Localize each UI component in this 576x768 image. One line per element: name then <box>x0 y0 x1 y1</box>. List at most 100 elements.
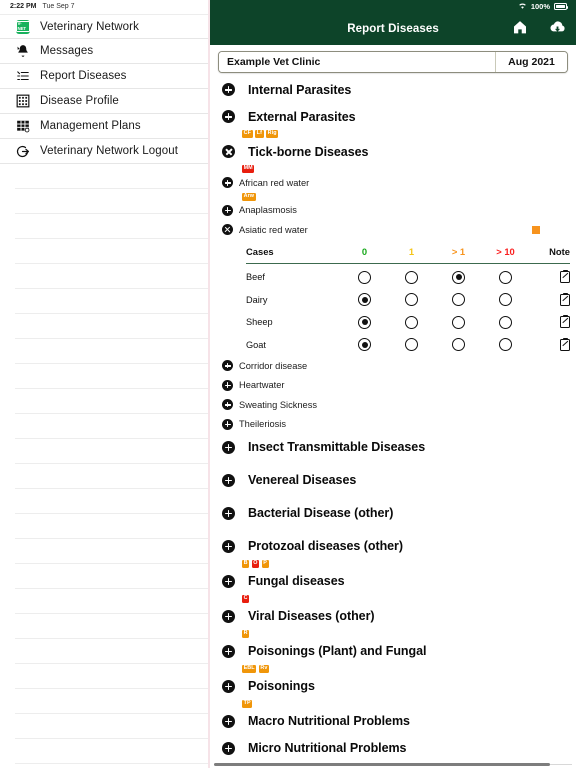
expand-plus-icon[interactable] <box>222 644 235 658</box>
disease-badge-ebl[interactable]: EBL <box>242 664 257 673</box>
cases-column-header-0: 0 <box>361 246 368 257</box>
radio-beef-1[interactable] <box>452 270 465 284</box>
sidebar-item-veterinary-network-logout[interactable]: Veterinary Network Logout <box>0 139 210 164</box>
sidebar-item-management-plans[interactable]: Management Plans <box>0 114 210 139</box>
disease-row-poisonings-plant-and-fungal[interactable]: Poisonings (Plant) and Fungal <box>210 638 576 665</box>
radio-dairy-1[interactable] <box>452 293 465 307</box>
note-column-header: Note <box>549 246 570 257</box>
disease-badge-r[interactable]: R <box>242 629 250 638</box>
disease-badge-tp[interactable]: TP <box>242 699 253 708</box>
disease-badge-rig[interactable]: Rig <box>266 130 279 138</box>
disease-badge-rv[interactable]: Rv <box>258 664 270 673</box>
expand-plus-icon[interactable] <box>222 83 235 96</box>
note-edit-icon[interactable] <box>560 337 570 351</box>
radio-sheep-10[interactable] <box>499 315 512 329</box>
disease-badge-o[interactable]: O <box>251 559 260 568</box>
report-period-selector[interactable]: Aug 2021 <box>495 52 567 72</box>
disease-row-heartwater[interactable]: Heartwater <box>210 375 576 395</box>
list-icon <box>15 69 30 84</box>
collapse-x-icon[interactable] <box>222 224 233 236</box>
app-badge-text: V-NET <box>15 20 30 33</box>
cloud-download-icon[interactable] <box>549 20 566 39</box>
collapse-x-icon[interactable] <box>222 145 235 158</box>
note-edit-icon[interactable] <box>560 270 570 284</box>
disease-badge-mm[interactable]: MM <box>242 165 255 173</box>
disease-row-african-red-water[interactable]: African red water <box>210 173 576 193</box>
expand-plus-icon[interactable] <box>222 574 235 588</box>
radio-dairy-0[interactable] <box>358 293 371 307</box>
disease-badge-p[interactable]: P <box>261 559 269 568</box>
app-header-row: Report Diseases <box>210 13 576 45</box>
expand-plus-icon[interactable] <box>222 379 233 391</box>
radio-sheep-1[interactable] <box>405 315 418 329</box>
radio-sheep-1[interactable] <box>452 315 465 329</box>
note-edit-icon[interactable] <box>560 292 570 306</box>
radio-dairy-1[interactable] <box>405 293 418 307</box>
disease-row-venereal-diseases[interactable]: Venereal Diseases <box>210 467 576 494</box>
expand-plus-icon[interactable] <box>222 506 235 520</box>
disease-badge-arw[interactable]: Arw <box>242 192 256 201</box>
expand-plus-icon[interactable] <box>222 741 235 755</box>
radio-goat-1[interactable] <box>405 338 418 352</box>
radio-beef-10[interactable] <box>499 270 512 284</box>
disease-row-bacterial-disease-other[interactable]: Bacterial Disease (other) <box>210 500 576 527</box>
disease-row-tick-borne-diseases[interactable]: Tick-borne Diseases <box>210 138 576 165</box>
expand-plus-icon[interactable] <box>222 539 235 553</box>
cases-table-header: Cases 0 1 > 1 > 10 Note <box>210 242 576 262</box>
expand-plus-icon[interactable] <box>222 177 233 189</box>
disease-row-corridor-disease[interactable]: Corridor disease <box>210 356 576 376</box>
disease-badge-cf[interactable]: CF <box>242 130 253 138</box>
disease-row-theileriosis[interactable]: Theileriosis <box>210 414 576 434</box>
main-pane: 100% Report Diseases Example Vet Clinic … <box>210 0 576 768</box>
sidebar-empty-row <box>15 164 210 189</box>
radio-goat-1[interactable] <box>452 338 465 352</box>
sidebar-empty-row <box>15 339 210 364</box>
disease-badge-b[interactable]: B <box>242 559 250 568</box>
expand-plus-icon[interactable] <box>222 679 235 693</box>
expand-plus-icon[interactable] <box>222 399 233 411</box>
disease-row-anaplasmosis[interactable]: Anaplasmosis <box>210 201 576 221</box>
expand-plus-icon[interactable] <box>222 714 235 728</box>
radio-dairy-10[interactable] <box>499 293 512 307</box>
disease-row-fungal-diseases[interactable]: Fungal diseases <box>210 568 576 595</box>
radio-beef-1[interactable] <box>405 270 418 284</box>
expand-plus-icon[interactable] <box>222 204 233 216</box>
battery-percent-label: 100% <box>530 2 550 11</box>
sidebar-item-disease-profile[interactable]: Disease Profile <box>0 89 210 114</box>
sidebar-item-veterinary-network[interactable]: V-NET Veterinary Network <box>0 14 210 39</box>
expand-plus-icon[interactable] <box>222 360 233 372</box>
radio-goat-0[interactable] <box>358 338 371 352</box>
disease-row-insect-transmittable-diseases[interactable]: Insect Transmittable Diseases <box>210 434 576 461</box>
expand-plus-icon[interactable] <box>222 473 235 487</box>
home-icon[interactable] <box>512 19 528 40</box>
disease-row-macro-nutritional-problems[interactable]: Macro Nutritional Problems <box>210 708 576 735</box>
horizontal-scrollbar[interactable] <box>214 762 550 766</box>
disease-row-asiatic-red-water[interactable]: Asiatic red water <box>210 220 576 240</box>
cases-cell <box>482 293 529 307</box>
sidebar-item-messages[interactable]: Messages <box>0 39 210 64</box>
clinic-name-input[interactable]: Example Vet Clinic <box>219 52 495 72</box>
expand-plus-icon[interactable] <box>222 440 235 454</box>
expand-plus-icon[interactable] <box>222 418 233 430</box>
disease-row-micro-nutritional-problems[interactable]: Micro Nutritional Problems <box>210 735 576 758</box>
disease-label: Micro Nutritional Problems <box>248 741 407 756</box>
cases-column-1: 1 <box>388 246 435 257</box>
note-edit-icon[interactable] <box>560 315 570 329</box>
disease-row-poisonings[interactable]: Poisonings <box>210 673 576 700</box>
cases-cell <box>482 315 529 329</box>
disease-row-protozoal-diseases-other[interactable]: Protozoal diseases (other) <box>210 533 576 560</box>
disease-row-external-parasites[interactable]: External Parasites <box>210 103 576 130</box>
expand-plus-icon[interactable] <box>222 110 235 123</box>
sidebar-item-report-diseases[interactable]: Report Diseases <box>0 64 210 89</box>
disease-row-internal-parasites[interactable]: Internal Parasites <box>210 76 576 103</box>
disease-badge-c[interactable]: C <box>242 594 250 603</box>
radio-goat-10[interactable] <box>499 338 512 352</box>
radio-sheep-0[interactable] <box>358 315 371 329</box>
disease-badge-lf[interactable]: Lf <box>255 130 264 138</box>
expand-plus-icon[interactable] <box>222 609 235 623</box>
disease-row-sweating-sickness[interactable]: Sweating Sickness <box>210 395 576 415</box>
cases-cell <box>482 270 529 284</box>
disease-row-viral-diseases-other[interactable]: Viral Diseases (other) <box>210 603 576 630</box>
cases-cell <box>388 338 435 352</box>
radio-beef-0[interactable] <box>358 270 371 284</box>
